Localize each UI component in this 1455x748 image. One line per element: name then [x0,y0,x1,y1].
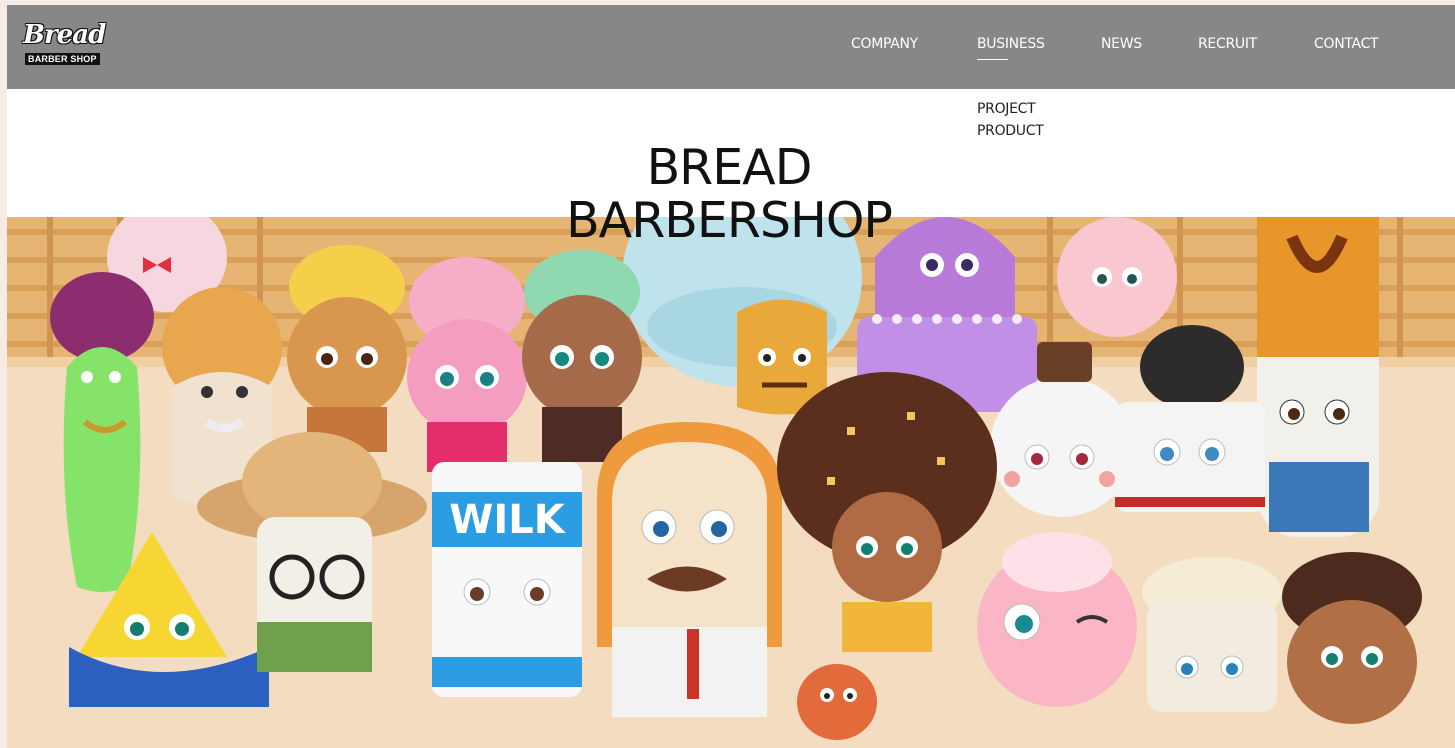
character-pink-bun [1057,217,1177,337]
submenu-item-product[interactable]: PRODUCT [977,120,1044,142]
nav-item-company[interactable]: COMPANY [851,36,918,52]
character-toast-mustache [597,422,782,717]
site-header: Bread BARBER SHOP COMPANY BUSINESS NEWS … [7,5,1455,89]
hero-title-line2: BARBERSHOP [566,192,893,249]
browser-viewport: Bread BARBER SHOP COMPANY BUSINESS NEWS … [7,5,1455,748]
character-choco-cupcake-girl [1282,552,1422,724]
hero-title-line1: BREAD [646,139,813,196]
logo-sub-text: BARBER SHOP [25,53,100,65]
nav-item-contact[interactable]: CONTACT [1314,36,1379,52]
logo-script-text: Bread [23,20,106,50]
submenu-item-project[interactable]: PROJECT [977,98,1043,120]
character-tiny-orange [797,664,877,740]
nav-item-recruit[interactable]: RECRUIT [1198,36,1257,52]
milk-carton-label: WILK [449,497,566,543]
character-churro [1257,217,1379,537]
nav-item-news[interactable]: NEWS [1101,36,1142,52]
active-nav-indicator [977,59,1008,60]
character-small-cake-choco [1142,557,1282,712]
business-submenu: PROJECT PRODUCT [977,98,1044,142]
hero-title: BREAD BARBERSHOP [539,141,919,247]
brand-logo[interactable]: Bread BARBER SHOP [23,20,107,68]
character-wilk-carton: WILK [432,462,582,697]
hero-illustration: WILK [7,217,1455,748]
hero-image: WILK [7,217,1455,748]
nav-item-business[interactable]: BUSINESS [977,36,1045,52]
